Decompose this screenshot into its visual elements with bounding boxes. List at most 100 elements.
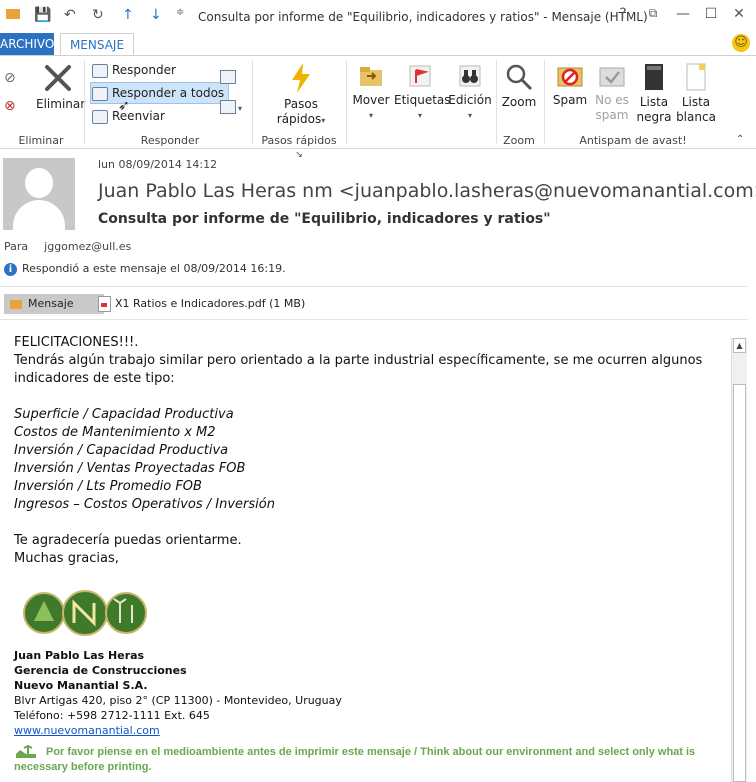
smiley-icon[interactable]: ☺ <box>732 34 750 52</box>
window-title: Consulta por informe de "Equilibrio, ind… <box>198 10 648 24</box>
junk-icon[interactable]: ⊗ <box>4 98 16 114</box>
not-spam-icon <box>599 67 625 87</box>
reply-all-icon <box>92 86 108 101</box>
more-respond-icon[interactable] <box>220 100 236 114</box>
reply-icon <box>92 63 108 78</box>
whitelist-icon <box>686 63 706 91</box>
attachment-message-tab[interactable]: Mensaje <box>4 294 104 314</box>
redo-icon[interactable]: ↻ <box>92 7 104 23</box>
separator <box>252 60 253 144</box>
quick-steps-button[interactable]: Pasos rápidos▾ <box>270 62 332 128</box>
spam-button[interactable]: Spam <box>550 62 590 108</box>
collapse-ribbon-icon[interactable]: ⌃ <box>736 134 744 145</box>
signature-address: Blvr Artigas 420, piso 2° (CP 11300) - M… <box>14 694 342 707</box>
delete-button[interactable]: Eliminar <box>36 62 86 112</box>
magnifier-icon <box>506 64 533 91</box>
envelope-icon <box>10 299 22 309</box>
quick-steps-label-2: rápidos▾ <box>276 112 326 126</box>
message-subject: Consulta por informe de "Equilibrio, ind… <box>98 211 551 227</box>
delete-x-icon <box>45 65 71 91</box>
blacklist-label-1: Lista <box>639 95 669 109</box>
attachment-pdf[interactable]: X1 Ratios e Indicadores.pdf (1 MB) <box>98 294 305 314</box>
lightning-icon <box>292 63 310 93</box>
indicator-item: Superficie / Capacidad Productiva <box>14 407 234 422</box>
thanks-line-2: Muchas gracias, <box>14 551 119 566</box>
reply-all-button[interactable]: Responder a todos <box>90 82 230 104</box>
spam-icon <box>557 67 583 87</box>
minimize-button[interactable]: — <box>672 6 694 26</box>
group-label-pasos: Pasos rápidos ↘ <box>261 134 337 160</box>
indicator-item: Inversión / Lts Promedio FOB <box>14 479 202 494</box>
indicator-item: Inversión / Ventas Proyectadas FOB <box>14 461 246 476</box>
customize-qat-icon[interactable]: ≑ <box>176 7 184 18</box>
reply-button[interactable]: Responder <box>92 60 176 80</box>
move-button[interactable]: Mover ▾ <box>352 62 390 123</box>
move-label: Mover <box>352 93 390 107</box>
binoculars-icon <box>459 65 481 87</box>
message-tab-label: Mensaje <box>28 297 74 310</box>
ignore-icon[interactable]: ⊘ <box>4 70 16 86</box>
ribbon-tabs: ARCHIVO MENSAJE ☺ <box>0 33 756 56</box>
help-button[interactable]: ? <box>612 6 634 26</box>
recipients-row: Para jggomez@ull.es <box>4 240 131 253</box>
delete-label: Eliminar <box>36 97 86 111</box>
save-icon[interactable]: 💾 <box>34 7 51 23</box>
up-arrow-icon[interactable]: ↑ <box>122 7 134 23</box>
group-label-zoom: Zoom <box>503 134 535 147</box>
tree-icon <box>16 744 36 758</box>
pdf-label: X1 Ratios e Indicadores.pdf (1 MB) <box>115 297 306 310</box>
whitelist-button[interactable]: Lista blanca <box>676 62 716 125</box>
group-label-responder: Responder <box>140 134 200 147</box>
tags-label: Etiquetas <box>394 93 451 107</box>
chevron-down-icon[interactable]: ▾ <box>238 104 242 113</box>
intro-line-2: indicadores de este tipo: <box>14 371 175 386</box>
folder-move-icon <box>360 67 382 86</box>
undo-icon[interactable]: ↶ <box>64 7 76 23</box>
quick-steps-label-1: Pasos <box>284 97 318 111</box>
info-text: Respondió a este mensaje el 08/09/2014 1… <box>22 262 286 275</box>
separator <box>544 60 545 144</box>
spam-label: Spam <box>552 93 588 107</box>
scroll-up-icon[interactable]: ▲ <box>733 338 746 353</box>
tab-mensaje[interactable]: MENSAJE <box>60 33 134 55</box>
maximize-button[interactable]: ☐ <box>700 6 722 26</box>
tab-archivo[interactable]: ARCHIVO <box>0 33 54 55</box>
message-date: lun 08/09/2014 14:12 <box>98 158 218 171</box>
indicator-item: Ingresos – Costos Operativos / Inversión <box>14 497 275 512</box>
meeting-icon[interactable] <box>220 70 236 84</box>
separator <box>346 60 347 144</box>
intro-line-1: Tendrás algún trabajo similar pero orien… <box>14 353 703 368</box>
scroll-thumb[interactable] <box>733 384 746 782</box>
message-sender[interactable]: Juan Pablo Las Heras nm <juanpablo.lashe… <box>98 180 756 202</box>
editing-button[interactable]: Edición ▾ <box>448 62 492 123</box>
blacklist-icon <box>645 64 663 90</box>
whitelist-label-2: blanca <box>676 110 716 124</box>
down-arrow-icon[interactable]: ↓ <box>150 7 162 23</box>
separator <box>84 60 85 144</box>
signature-company: Nuevo Manantial S.A. <box>14 679 148 692</box>
signature-web-link[interactable]: www.nuevomanantial.com <box>14 723 342 738</box>
mouse-cursor-icon: ➶ <box>118 98 130 114</box>
restore-ribbon-button[interactable]: ⧉ <box>642 6 664 26</box>
to-label: Para <box>4 240 29 253</box>
not-spam-button[interactable]: No es spam <box>592 62 632 123</box>
whitelist-label-1: Lista <box>681 95 711 109</box>
to-recipient[interactable]: jggomez@ull.es <box>44 240 131 253</box>
zoom-button[interactable]: Zoom <box>500 62 538 110</box>
signature-phone: Teléfono: +598 2712-1111 Ext. 645 <box>14 709 210 722</box>
not-spam-label-1: No es <box>595 93 629 107</box>
greeting: FELICITACIONES!!!. <box>14 335 139 350</box>
tags-button[interactable]: Etiquetas ▾ <box>394 62 451 123</box>
info-bar: i Respondió a este mensaje el 08/09/2014 … <box>4 262 286 276</box>
vertical-scrollbar[interactable]: ▲ <box>731 338 747 782</box>
pdf-icon <box>98 296 111 312</box>
reply-label: Responder <box>112 63 176 77</box>
close-button[interactable]: ✕ <box>728 6 750 26</box>
avatar-head <box>25 168 53 198</box>
outlook-envelope-icon <box>6 9 20 19</box>
blacklist-button[interactable]: Lista negra <box>636 62 672 125</box>
signature: Juan Pablo Las Heras Gerencia de Constru… <box>14 648 342 738</box>
eco-line-2: necessary before printing. <box>14 761 152 773</box>
chevron-down-icon: ▾ <box>368 111 373 120</box>
